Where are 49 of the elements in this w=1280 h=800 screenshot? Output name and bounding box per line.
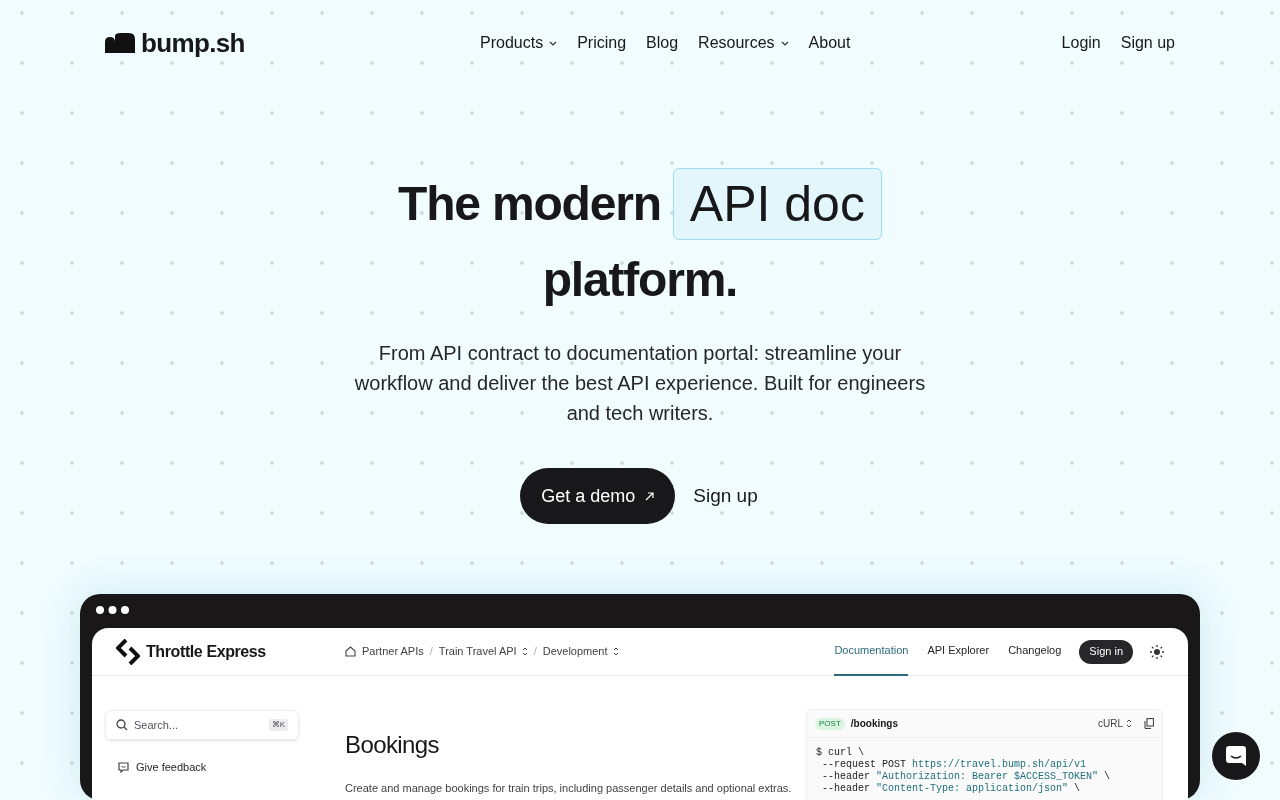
nav-link[interactable]: Sign up (1120, 31, 1175, 55)
search-icon (116, 719, 128, 731)
nav-tab[interactable]: Changelog (1008, 628, 1062, 676)
brand-name: Throttle Express (146, 641, 266, 662)
nav-link[interactable]: About (808, 31, 851, 55)
shortcut-key: ⌘K (268, 719, 288, 731)
search-field[interactable]: Search... ⌘K (105, 710, 299, 740)
breadcrumb-link[interactable]: Train Travel API (438, 643, 528, 660)
language-selector[interactable]: cURL (1098, 716, 1132, 731)
hero-highlight: API doc (672, 168, 882, 240)
arrow-icon (645, 491, 655, 501)
nav-link[interactable]: Resources (698, 31, 789, 55)
nav-link[interactable]: Blog (646, 31, 679, 55)
nav-link[interactable]: Products (480, 31, 558, 55)
nav-link[interactable]: Login (1061, 31, 1101, 55)
hero-title: The modern (398, 176, 661, 232)
home-icon[interactable] (345, 646, 356, 657)
breadcrumb-link[interactable]: Partner APIs (362, 643, 424, 660)
search-placeholder: Search... (134, 717, 179, 733)
demo-button[interactable]: Get a demo (520, 468, 676, 524)
brand-icon (116, 638, 140, 665)
signup-button[interactable]: Sign up (691, 481, 760, 511)
code-line: $ curl \ (816, 747, 865, 759)
window-dots-icon (96, 606, 129, 614)
feedback-icon (118, 761, 129, 773)
method-badge: POST (815, 717, 845, 730)
logo-text[interactable]: bump.sh (141, 23, 245, 63)
breadcrumb-link[interactable]: Development (542, 643, 619, 660)
hero-title: platform. (542, 252, 738, 308)
nav-tab[interactable]: Documentation (834, 628, 909, 676)
nav-tab[interactable]: API Explorer (927, 628, 990, 676)
code-line: --request POST https://travel.bump.sh/api/v1 (821, 759, 1088, 771)
up-down-icon (1126, 719, 1132, 728)
code-line: --header "Content-Type: application/json" \ (821, 783, 1082, 795)
breadcrumb-separator: / (533, 644, 537, 660)
code-line: --header "Authorization: Bearer $ACCESS_TOKEN" \ (821, 771, 1112, 783)
logo-icon (105, 33, 135, 53)
sun-icon[interactable] (1150, 644, 1164, 659)
copy-icon[interactable] (1144, 718, 1154, 729)
breadcrumb-separator: / (429, 644, 433, 660)
chat-icon (1225, 745, 1247, 767)
feedback-link[interactable]: Give feedback (136, 759, 207, 776)
page-description: Create and manage bookings for train trips, including passenger details and optional extras. (345, 781, 793, 796)
chat-button[interactable] (1212, 732, 1260, 780)
endpoint-path: /bookings (850, 717, 898, 731)
hero-subtitle: From API contract to documentation portal: streamline your workflow and deliver the best API experience. Built for engineers and tech writers. (353, 341, 927, 426)
nav-link[interactable]: Pricing (577, 31, 627, 55)
sign-in-button[interactable]: Sign in (1079, 639, 1133, 664)
page-heading: Bookings (345, 730, 440, 760)
